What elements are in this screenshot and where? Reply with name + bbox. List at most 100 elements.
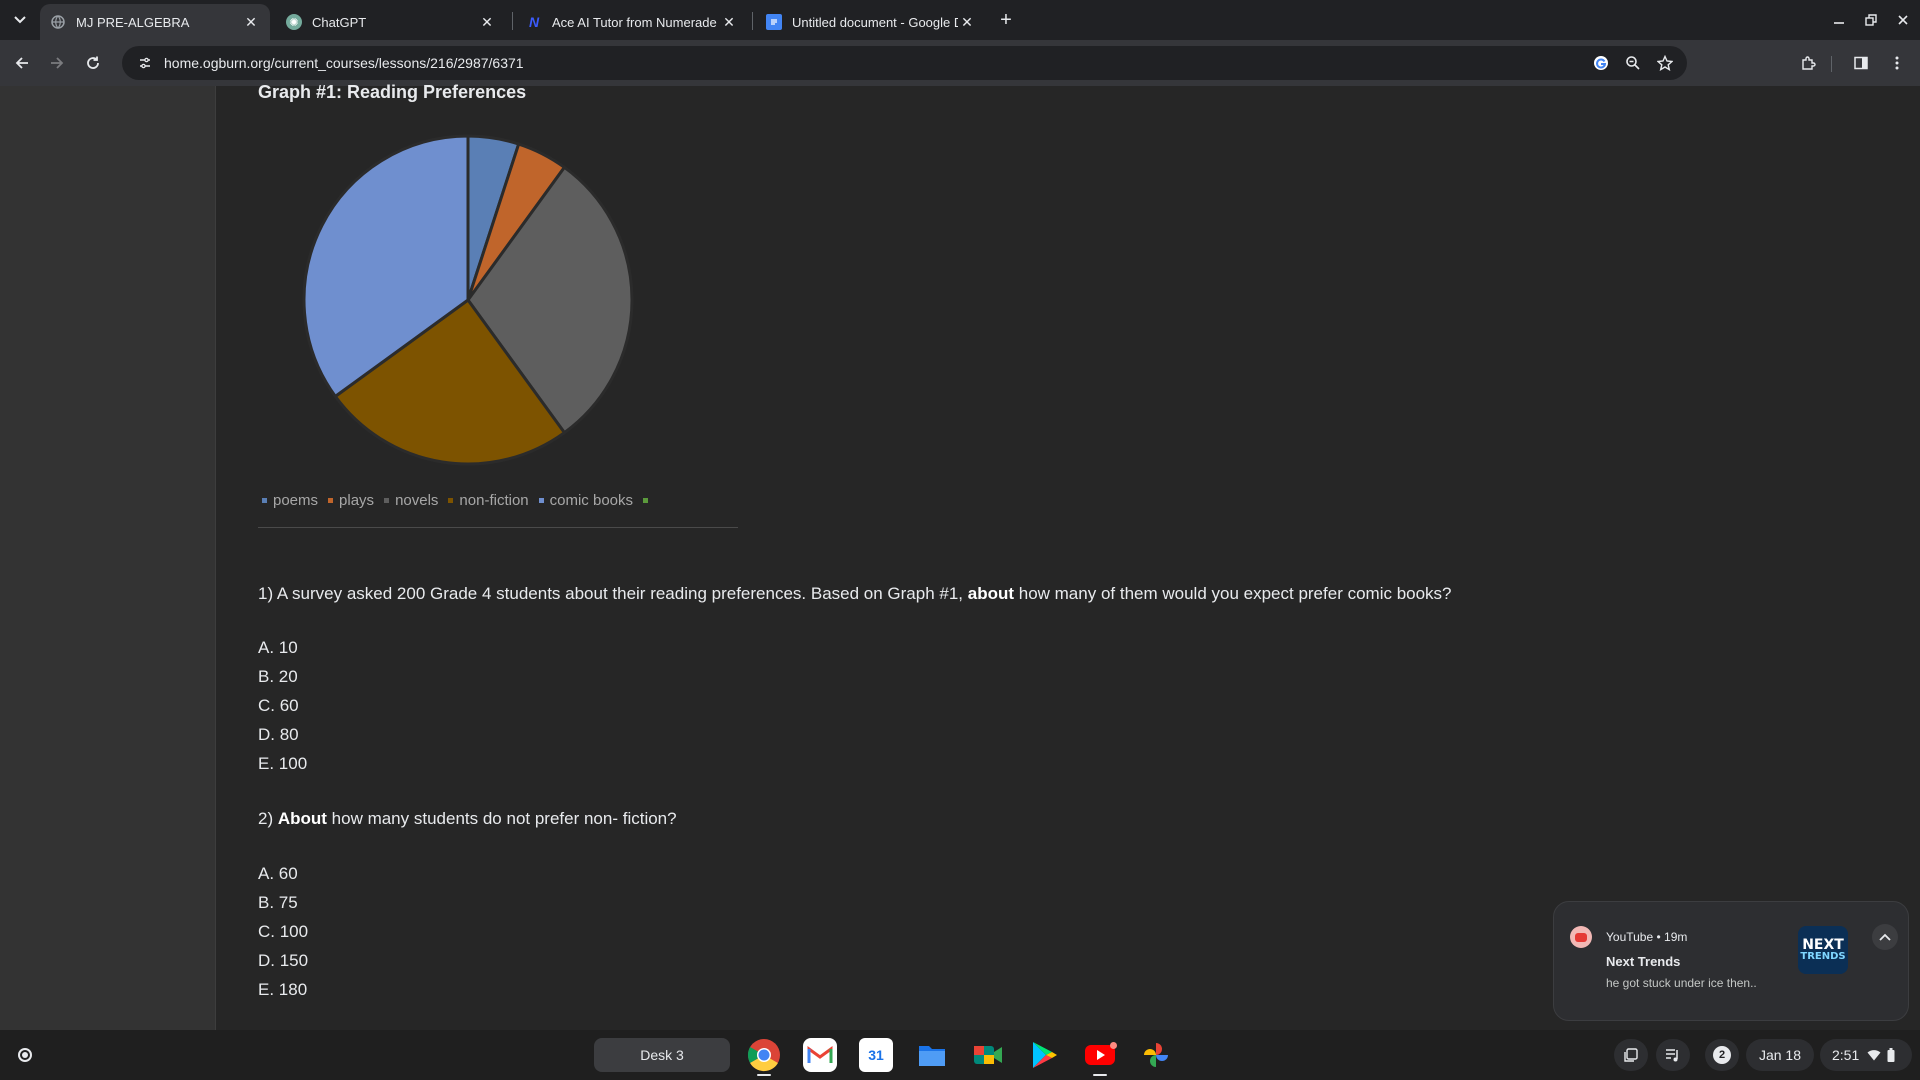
close-tab-icon[interactable]: ✕ (242, 13, 260, 31)
calendar-app-icon[interactable]: 31 (859, 1038, 893, 1072)
desk-button[interactable]: Desk 3 (594, 1038, 730, 1072)
legend-swatch (643, 498, 649, 503)
launcher-icon (18, 1048, 32, 1062)
legend-label: plays (339, 492, 375, 509)
question-text: how many of them would you expect prefer… (1014, 584, 1452, 603)
date-tray[interactable]: Jan 18 (1746, 1039, 1814, 1071)
url-text[interactable]: home.ogburn.org/current_courses/lessons/… (164, 55, 524, 71)
close-tab-icon[interactable]: ✕ (720, 13, 738, 31)
battery-icon (1887, 1048, 1895, 1062)
photos-app-icon[interactable] (1139, 1038, 1173, 1072)
restore-button[interactable] (1859, 8, 1883, 32)
side-panel-icon (1854, 56, 1868, 70)
q1-option-a: A. 10 (258, 638, 298, 657)
new-tab-button[interactable]: + (994, 8, 1018, 32)
browser-toolbar: home.ogburn.org/current_courses/lessons/… (0, 40, 1920, 86)
running-indicator (1093, 1074, 1107, 1076)
legend-label: comic books (549, 492, 634, 509)
notification-center-button[interactable]: 2 (1705, 1039, 1739, 1071)
notification-count: 2 (1713, 1046, 1731, 1064)
running-indicator (757, 1074, 771, 1076)
web-page: Graph #1: Reading Preferences poems plays… (0, 82, 1920, 1030)
legend-swatch (328, 498, 334, 503)
tab-numerade[interactable]: N Ace AI Tutor from Numerade ✕ (516, 4, 748, 40)
legend-item: plays (328, 492, 374, 509)
question-number: 2) (258, 809, 278, 828)
notification-badge (1110, 1042, 1117, 1049)
more-vert-icon (1895, 56, 1899, 70)
legend-label: poems (273, 492, 319, 509)
tab-label: ChatGPT (312, 14, 367, 30)
google-lens-icon[interactable] (1589, 51, 1613, 75)
thumbnail-text: NEXT (1802, 937, 1844, 953)
tab-google-docs[interactable]: Untitled document - Google Do ✕ (756, 4, 986, 40)
extensions-button[interactable] (1795, 50, 1821, 76)
legend-item: non-fiction (448, 492, 529, 509)
chevron-up-icon (1879, 933, 1891, 941)
browser-menu-button[interactable] (1884, 50, 1910, 76)
youtube-notification[interactable]: YouTube • 19m Next Trends he got stuck u… (1553, 901, 1909, 1021)
tab-strip: MJ PRE-ALGEBRA ✕ ✺ ChatGPT ✕ N Ace AI Tu… (0, 0, 1920, 40)
puzzle-icon (1802, 56, 1816, 70)
meet-app-icon[interactable] (971, 1038, 1005, 1072)
status-tray[interactable]: 2:51 (1820, 1039, 1912, 1071)
thumbnail-text: TRENDS (1800, 951, 1846, 962)
tote-icon (1624, 1048, 1638, 1062)
question-2: 2) About how many students do not prefer… (258, 809, 677, 829)
tab-label: Ace AI Tutor from Numerade (552, 14, 717, 30)
forward-button[interactable] (44, 50, 70, 76)
tab-mj-pre-algebra[interactable]: MJ PRE-ALGEBRA ✕ (40, 4, 270, 40)
chrome-app-icon[interactable] (747, 1038, 781, 1072)
close-window-button[interactable] (1891, 8, 1915, 32)
minimize-button[interactable] (1827, 8, 1851, 32)
legend-label: non-fiction (459, 492, 529, 509)
notification-title: Next Trends (1606, 954, 1681, 969)
q2-option-d: D. 150 (258, 951, 309, 970)
zoom-icon[interactable] (1621, 51, 1645, 75)
wifi-icon (1867, 1050, 1881, 1061)
bookmark-star-icon[interactable] (1653, 51, 1677, 75)
address-bar[interactable]: home.ogburn.org/current_courses/lessons/… (122, 46, 1687, 80)
google-docs-icon (766, 14, 782, 30)
tab-chatgpt[interactable]: ✺ ChatGPT ✕ (276, 4, 506, 40)
graph-title: Graph #1: Reading Preferences (258, 82, 527, 102)
youtube-icon (1570, 926, 1592, 948)
media-controls-button[interactable] (1656, 1039, 1690, 1071)
close-tab-icon[interactable]: ✕ (478, 13, 496, 31)
close-icon (1898, 15, 1908, 25)
globe-icon (50, 14, 66, 30)
files-app-icon[interactable] (915, 1038, 949, 1072)
question-number: 1) (258, 584, 274, 603)
q2-option-e: E. 180 (258, 980, 308, 999)
reload-icon (87, 56, 99, 69)
legend-label: novels (395, 492, 439, 509)
tab-search-button[interactable] (6, 6, 34, 34)
reload-button[interactable] (80, 50, 106, 76)
q1-option-e: E. 100 (258, 754, 308, 773)
play-store-app-icon[interactable] (1027, 1038, 1061, 1072)
close-tab-icon[interactable]: ✕ (958, 13, 976, 31)
toolbar-separator (1831, 56, 1832, 72)
minimize-icon (1834, 22, 1844, 24)
side-panel-button[interactable] (1848, 50, 1874, 76)
os-shelf: Desk 3 31 2 Jan 18 2:51 (0, 1030, 1920, 1080)
legend-item: novels (384, 492, 438, 509)
notification-app: YouTube (1606, 930, 1654, 944)
back-button[interactable] (9, 50, 35, 76)
tab-separator (752, 12, 753, 30)
holding-space-button[interactable] (1614, 1039, 1648, 1071)
launcher-button[interactable] (10, 1040, 40, 1070)
notification-message: he got stuck under ice then.. (1606, 976, 1757, 990)
legend-item: poems (262, 492, 318, 509)
gmail-app-icon[interactable] (803, 1038, 837, 1072)
q2-option-c: C. 100 (258, 922, 309, 941)
reading-preferences-pie-chart (302, 134, 634, 466)
site-info-icon[interactable] (130, 56, 160, 70)
chevron-down-icon (14, 16, 26, 24)
legend-item (643, 498, 654, 503)
expand-notification-button[interactable] (1872, 924, 1898, 950)
q2-option-b: B. 75 (258, 893, 298, 912)
clock: 2:51 (1832, 1047, 1860, 1063)
numerade-icon: N (528, 14, 540, 30)
question-1: 1) A survey asked 200 Grade 4 students a… (258, 584, 1452, 604)
